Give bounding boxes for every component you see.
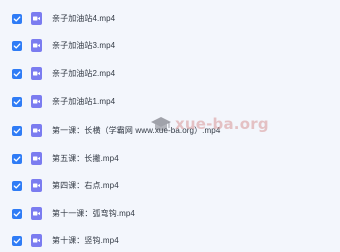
checkmark-icon[interactable] bbox=[12, 180, 22, 191]
checkmark-icon[interactable] bbox=[12, 96, 22, 107]
video-file-icon bbox=[31, 12, 42, 25]
file-list: 亲子加油站4.mp4 亲子加油站3.mp4 亲子加油站2.mp4 亲子加油站1.… bbox=[0, 0, 340, 252]
file-name[interactable]: 第四课：右点.mp4 bbox=[52, 180, 119, 191]
video-file-icon bbox=[31, 234, 42, 247]
file-row[interactable]: 第十一课：弧弯钩.mp4 bbox=[0, 200, 340, 227]
video-file-icon bbox=[31, 152, 42, 165]
video-file-icon bbox=[31, 67, 42, 80]
file-name[interactable]: 第十一课：弧弯钩.mp4 bbox=[52, 208, 135, 219]
checkmark-icon[interactable] bbox=[12, 125, 22, 136]
file-row[interactable]: 第五课：长撇.mp4 bbox=[0, 145, 340, 172]
file-row[interactable]: 亲子加油站2.mp4 bbox=[0, 60, 340, 87]
video-file-icon bbox=[31, 124, 42, 137]
video-file-icon bbox=[31, 179, 42, 192]
file-name[interactable]: 第一课：长横（学霸网 www.xue-ba.org）.mp4 bbox=[52, 125, 220, 136]
file-row[interactable]: 第四课：右点.mp4 bbox=[0, 172, 340, 199]
file-row[interactable]: 亲子加油站4.mp4 bbox=[0, 5, 340, 32]
file-name[interactable]: 第十课：竖钩.mp4 bbox=[52, 235, 119, 246]
checkmark-icon[interactable] bbox=[12, 68, 22, 79]
file-row[interactable]: 亲子加油站1.mp4 bbox=[0, 88, 340, 115]
file-row[interactable]: 第十课：竖钩.mp4 bbox=[0, 227, 340, 252]
file-name[interactable]: 第五课：长撇.mp4 bbox=[52, 153, 119, 164]
file-name[interactable]: 亲子加油站4.mp4 bbox=[52, 13, 115, 24]
file-row[interactable]: 第一课：长横（学霸网 www.xue-ba.org）.mp4 bbox=[0, 117, 340, 144]
checkmark-icon[interactable] bbox=[12, 235, 22, 246]
file-name[interactable]: 亲子加油站1.mp4 bbox=[52, 96, 115, 107]
video-file-icon bbox=[31, 95, 42, 108]
video-file-icon bbox=[31, 207, 42, 220]
video-file-icon bbox=[31, 39, 42, 52]
checkmark-icon[interactable] bbox=[12, 13, 22, 24]
checkmark-icon[interactable] bbox=[12, 208, 22, 219]
file-row[interactable]: 亲子加油站3.mp4 bbox=[0, 32, 340, 59]
file-name[interactable]: 亲子加油站2.mp4 bbox=[52, 68, 115, 79]
checkmark-icon[interactable] bbox=[12, 40, 22, 51]
checkmark-icon[interactable] bbox=[12, 153, 22, 164]
file-name[interactable]: 亲子加油站3.mp4 bbox=[52, 40, 115, 51]
